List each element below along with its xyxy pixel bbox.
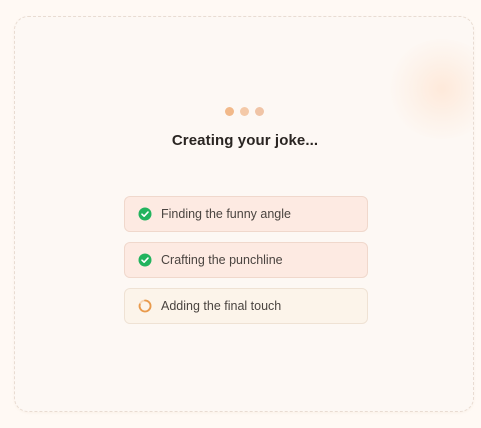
step-item-crafting-punchline: Crafting the punchline [124,242,368,278]
progress-steps: Finding the funny angle Crafting the pun… [124,196,368,334]
loading-dot [240,106,249,116]
check-circle-icon [138,207,152,221]
step-item-finding-angle: Finding the funny angle [124,196,368,232]
loading-dot [255,106,264,116]
loading-dot [225,106,234,116]
step-label: Adding the final touch [161,299,282,313]
check-circle-icon [138,253,152,267]
step-label: Finding the funny angle [161,207,291,221]
decorative-glow [387,39,473,139]
step-label: Crafting the punchline [161,253,283,267]
page: Creating your joke... Finding the funny … [0,0,481,428]
step-item-final-touch: Adding the final touch [124,288,368,324]
spinner-icon [138,299,152,313]
loading-dots [225,105,270,117]
loading-card: Creating your joke... Finding the funny … [14,16,474,412]
loading-title: Creating your joke... [171,132,319,149]
